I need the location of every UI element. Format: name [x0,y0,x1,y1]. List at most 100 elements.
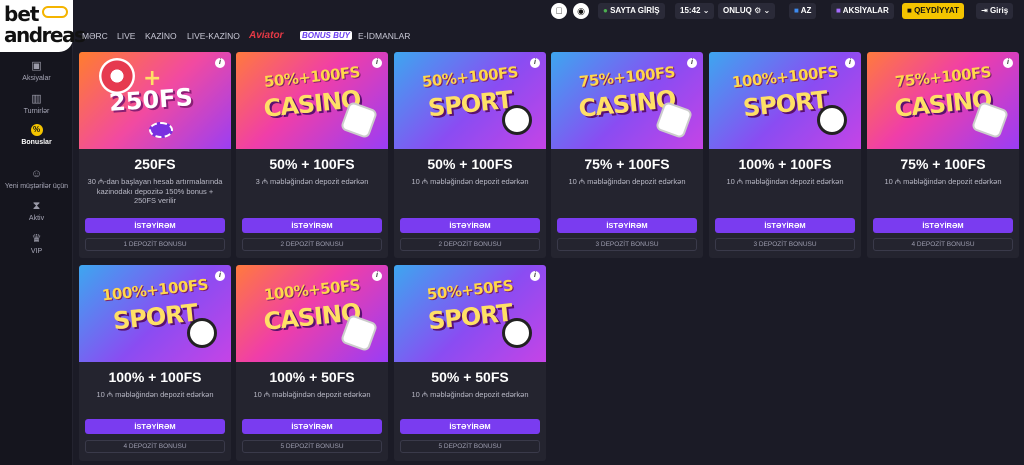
shield-icon: ● [603,6,608,15]
bonus-title: 50% + 100FS [269,156,355,172]
claim-button[interactable]: İSTƏYİRƏM [873,218,1013,233]
deposit-badge: 5 DEPOZİT BONUSU [242,440,382,453]
bonus-title: 50% + 100FS [427,156,513,172]
deposit-badge: 5 DEPOZİT BONUSU [400,440,540,453]
login-button[interactable]: ⇥ Giriş [976,3,1014,19]
info-icon[interactable]: i [215,271,225,281]
info-icon[interactable]: i [530,58,540,68]
claim-button[interactable]: İSTƏYİRƏM [400,419,540,434]
language-select[interactable]: ■ AZ [789,3,817,19]
bonus-card: 75%+100FS CASINO i 75% + 100FS 10 ₼ məbl… [551,52,703,258]
bonus-description: 10 ₼ məbləğindən depozit edərkən [568,177,686,186]
time-select[interactable]: 15:42 ⌄ [675,3,715,19]
deposit-badge: 3 DEPOZİT BONUSU [715,238,855,251]
bonus-banner[interactable]: + 250FS i [79,52,231,149]
odds-format-value: ONLUQ [723,6,752,15]
sidebar-item-active[interactable]: ⧗ Aktiv [0,200,73,222]
bonus-banner[interactable]: 100%+100FS SPORT i [709,52,861,149]
bonus-banner[interactable]: 50%+50FS SPORT i [394,265,546,362]
info-icon[interactable]: i [372,58,382,68]
claim-button[interactable]: İSTƏYİRƏM [85,218,225,233]
bonus-description: 3 ₼ məbləğindən depozit edərkən [255,177,369,186]
football-icon [502,318,532,348]
football-icon [817,105,847,135]
chevron-down-icon: ⌄ [702,6,710,15]
nav-item-live[interactable]: LIVE [117,31,135,41]
info-icon[interactable]: i [687,58,697,68]
android-icon[interactable]: ◉ [573,3,589,19]
bonus-title: 100% + 50FS [269,369,355,385]
football-icon [187,318,217,348]
bonus-banner[interactable]: 75%+100FS CASINO i [551,52,703,149]
bonus-title: 75% + 100FS [900,156,986,172]
logo-pill-icon [42,6,68,18]
trophy-icon: ▥ [31,93,42,105]
info-icon[interactable]: i [845,58,855,68]
deposit-badge: 1 DEPOZİT BONUSU [85,238,225,251]
bonus-banner[interactable]: 50%+100FS SPORT i [394,52,546,149]
bonus-card: 100%+50FS CASINO i 100% + 50FS 10 ₼ məbl… [236,265,388,461]
sidebar-item-label: Aksiyalar [22,75,51,82]
sidebar-item-tournaments[interactable]: ▥ Turnirlər [0,93,73,115]
claim-button[interactable]: İSTƏYİRƏM [400,218,540,233]
brand-logo[interactable]: bet andreas [0,0,86,52]
nav-item-aviator[interactable]: Aviator [249,30,283,41]
chip-icon [149,122,173,138]
football-icon [502,105,532,135]
language-value: AZ [800,6,812,15]
claim-button[interactable]: İSTƏYİRƏM [85,419,225,434]
sidebar-item-new-customers[interactable]: ☺ Yeni müştərilər üçün [0,168,73,190]
bonus-description: 10 ₼ məbləğindən depozit edərkən [884,177,1002,186]
sidebar-item-bonuses[interactable]: % Bonuslar [0,124,73,146]
deposit-badge: 4 DEPOZİT BONUSU [873,238,1013,251]
nav-item-bet[interactable]: MƏRC [82,31,108,41]
info-icon[interactable]: i [372,271,382,281]
bonus-title: 100% + 100FS [108,369,202,385]
site-login-button[interactable]: ● SAYTA GİRİŞ [598,3,665,19]
bonus-banner[interactable]: 50%+100FS CASINO i [236,52,388,149]
promotions-label: AKSİYALAR [842,6,889,15]
hourglass-icon: ⧗ [32,200,41,212]
deposit-badge: 2 DEPOZİT BONUSU [242,238,382,251]
register-button[interactable]: ■ QEYDİYYAT [902,3,964,19]
bonus-card: 50%+100FS SPORT i 50% + 100FS 10 ₼ məblə… [394,52,546,258]
claim-button[interactable]: İSTƏYİRƏM [557,218,697,233]
gear-icon: ⚙ [754,6,762,15]
promotions-button[interactable]: ■ AKSİYALAR [831,3,894,19]
bonus-description: 10 ₼ məbləğindən depozit edərkən [726,177,844,186]
info-icon[interactable]: i [215,58,225,68]
claim-button[interactable]: İSTƏYİRƏM [715,218,855,233]
bonus-card: + 250FS i 250FS 30 ₼-dan başlayan hesab … [79,52,231,258]
claim-button[interactable]: İSTƏYİRƏM [242,419,382,434]
nav-item-esports[interactable]: E-İDMANLAR [358,31,410,41]
bonus-banner[interactable]: 100%+100FS SPORT i [79,265,231,362]
claim-button[interactable]: İSTƏYİRƏM [242,218,382,233]
top-bar:  ◉ ● SAYTA GİRİŞ 15:42 ⌄ ONLUQ ⚙ ⌄ ■ AZ… [73,0,1024,26]
info-icon[interactable]: i [1003,58,1013,68]
sidebar-item-label: Aktiv [28,215,45,222]
bonus-card: 50%+100FS CASINO i 50% + 100FS 3 ₼ məblə… [236,52,388,258]
brand-line2: andreas [4,23,86,47]
sidebar-item-label: Yeni müştərilər üçün [4,183,69,190]
time-value: 15:42 [680,6,701,15]
sidebar-item-promotions[interactable]: ▣ Aksiyalar [0,60,73,82]
info-icon[interactable]: i [530,271,540,281]
apple-icon[interactable]:  [551,3,567,19]
user-icon: ■ [907,6,912,15]
bonus-banner[interactable]: 75%+100FS CASINO i [867,52,1019,149]
nav-item-casino[interactable]: KAZİNO [145,31,177,41]
register-label: QEYDİYYAT [914,6,959,15]
bonus-banner[interactable]: 100%+50FS CASINO i [236,265,388,362]
odds-format-select[interactable]: ONLUQ ⚙ ⌄ [718,3,776,19]
nav-item-live-casino[interactable]: LIVE-KAZİNO [187,31,240,41]
deposit-badge: 2 DEPOZİT BONUSU [400,238,540,251]
sidebar-item-label: Bonuslar [21,139,52,146]
bonus-card: 75%+100FS CASINO i 75% + 100FS 10 ₼ məbl… [867,52,1019,258]
bonus-description: 10 ₼ məbləğindən depozit edərkən [96,390,214,399]
nav-item-bonus-buy[interactable]: BONUS BUY [300,31,353,40]
bonus-description: 30 ₼-dan başlayan hesab artırmalarında k… [87,177,223,205]
sidebar-item-vip[interactable]: ♛ VIP [0,233,73,255]
bonus-card: 100%+100FS SPORT i 100% + 100FS 10 ₼ məb… [709,52,861,258]
bonus-title: 250FS [134,156,176,172]
bonus-title: 75% + 100FS [584,156,670,172]
